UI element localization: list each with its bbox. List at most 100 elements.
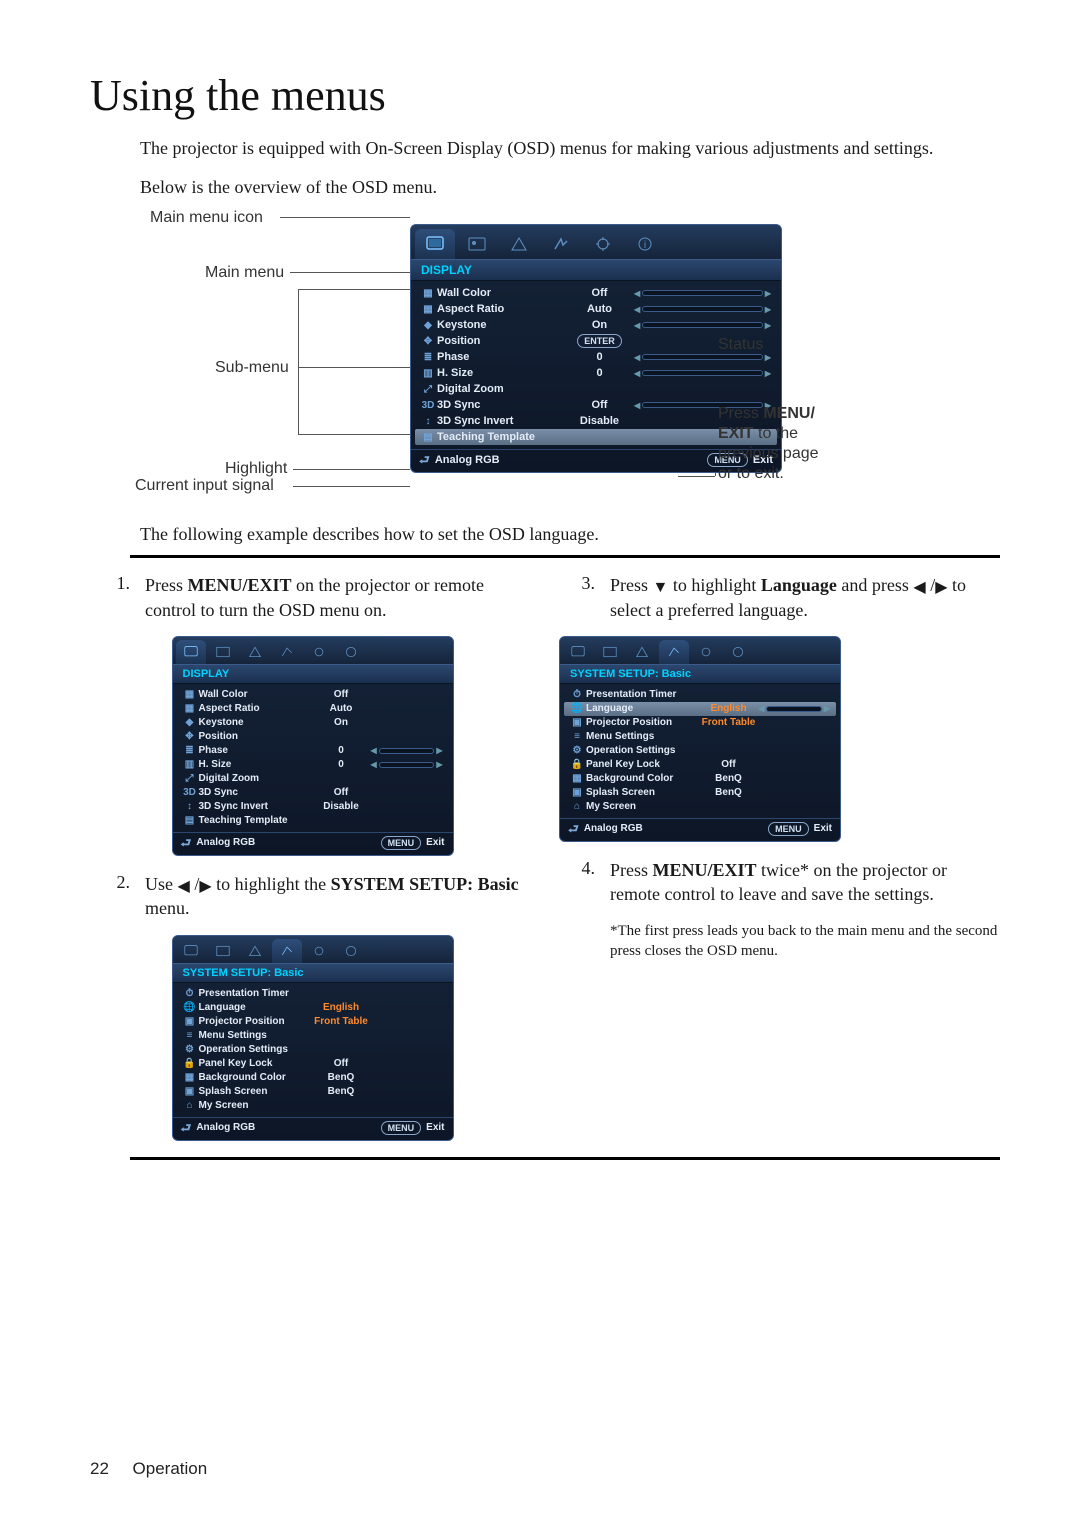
enter-pill: ENTER: [577, 334, 622, 348]
osd-step3-wrap: SYSTEM SETUP: Basic ⏱Presentation Timer …: [559, 636, 1000, 842]
osd-row[interactable]: ▦Background ColorBenQ: [181, 1071, 445, 1085]
row-icon: ⤢: [419, 384, 437, 395]
left-arrow-icon: ◀: [178, 879, 190, 895]
osd-row[interactable]: ⌂My Screen: [181, 1099, 445, 1113]
osd-tab-system2-icon[interactable]: [304, 640, 334, 664]
osd-row[interactable]: 🔒Panel Key LockOff: [568, 758, 832, 772]
osd-row[interactable]: ▣Projector PositionFront Table: [181, 1015, 445, 1029]
osd-row[interactable]: ↕3D Sync InvertDisable: [181, 800, 445, 814]
osd-row[interactable]: ▦Wall ColorOff: [181, 688, 445, 702]
osd-tab-display-icon[interactable]: [176, 640, 206, 664]
step-column-right: 3. Press ▼ to highlight Language and pre…: [555, 573, 1000, 1156]
osd-tab-picture-icon[interactable]: [208, 640, 238, 664]
osd-row[interactable]: ▥H. Size0◀▶: [181, 758, 445, 772]
osd-row[interactable]: ⚙Operation Settings: [181, 1043, 445, 1057]
osd-window-display-small: DISPLAY ▦Wall ColorOff ▦Aspect RatioAuto…: [172, 636, 454, 856]
osd-row[interactable]: ▦Aspect RatioAuto◀▶: [419, 301, 773, 317]
osd-row[interactable]: ⌂My Screen: [568, 800, 832, 814]
osd-window-system-lang: SYSTEM SETUP: Basic ⏱Presentation Timer …: [559, 636, 841, 842]
osd-tab-system2-icon[interactable]: [583, 229, 623, 259]
osd-tab-system2-icon[interactable]: [691, 640, 721, 664]
osd-tab-source-icon[interactable]: [240, 640, 270, 664]
osd-tab-display-icon[interactable]: [415, 229, 455, 259]
left-arrow-icon: ◀: [913, 580, 925, 596]
osd-tab-info-icon[interactable]: i: [625, 229, 665, 259]
osd-row[interactable]: ⤢Digital Zoom: [419, 381, 773, 397]
callout-highlight: Highlight: [225, 460, 287, 478]
osd-row[interactable]: 🌐LanguageEnglish: [181, 1001, 445, 1015]
osd-row[interactable]: ▤Teaching Template: [181, 814, 445, 828]
manual-page: Using the menus The projector is equippe…: [0, 0, 1080, 1529]
osd-row[interactable]: ▣Projector PositionFront Table: [568, 716, 832, 730]
osd-row[interactable]: ⚙Operation Settings: [568, 744, 832, 758]
page-footer: 22 Operation: [90, 1459, 207, 1479]
osd-row[interactable]: ⏱Presentation Timer: [181, 987, 445, 1001]
osd-tab-info-icon[interactable]: [723, 640, 753, 664]
osd-tab-system1-icon[interactable]: [272, 640, 302, 664]
osd-overview-diagram: Main menu icon Main menu Sub-menu Highli…: [90, 214, 1000, 514]
osd-row[interactable]: ▣Splash ScreenBenQ: [181, 1085, 445, 1099]
callout-main-menu: Main menu: [205, 264, 284, 282]
osd-row[interactable]: ≡Menu Settings: [568, 730, 832, 744]
callout-current-input: Current input signal: [135, 477, 274, 495]
osd-tab-system1-icon[interactable]: [659, 640, 689, 664]
following-example-text: The following example describes how to s…: [140, 524, 1000, 545]
step-4: 4. Press MENU/EXIT twice* on the project…: [555, 858, 1000, 907]
osd-row[interactable]: ▦Background ColorBenQ: [568, 772, 832, 786]
osd-tab-source-icon[interactable]: [499, 229, 539, 259]
osd-step2-wrap: SYSTEM SETUP: Basic ⏱Presentation Timer …: [90, 935, 535, 1141]
osd-tab-picture-icon[interactable]: [595, 640, 625, 664]
osd-heading: DISPLAY: [411, 259, 781, 281]
osd-tab-info-icon[interactable]: [336, 939, 366, 963]
osd-row-highlighted[interactable]: 🌐LanguageEnglish◀▶: [564, 702, 836, 716]
osd-row[interactable]: ▣Splash ScreenBenQ: [568, 786, 832, 800]
callout-main-menu-icon: Main menu icon: [150, 209, 263, 227]
row-icon: ▤: [419, 432, 437, 443]
row-icon: ▥: [419, 368, 437, 379]
osd-row[interactable]: 3D3D SyncOff: [181, 786, 445, 800]
right-arrow-icon: ▶: [935, 580, 947, 596]
osd-row[interactable]: ▦Aspect RatioAuto: [181, 702, 445, 716]
page-title: Using the menus: [90, 70, 1000, 121]
osd-tab-row: [560, 637, 840, 664]
osd-row[interactable]: ◆KeystoneOn: [181, 716, 445, 730]
down-arrow-icon: ▼: [653, 580, 669, 596]
osd-tab-info-icon[interactable]: [336, 640, 366, 664]
osd-tab-system1-icon[interactable]: [541, 229, 581, 259]
osd-input-signal: Analog RGB: [435, 454, 500, 466]
step-column-left: 1. Press MENU/EXIT on the projector or r…: [90, 573, 535, 1156]
step-3: 3. Press ▼ to highlight Language and pre…: [555, 573, 1000, 622]
osd-row[interactable]: ▥H. Size0◀▶: [419, 365, 773, 381]
osd-row[interactable]: 🔒Panel Key LockOff: [181, 1057, 445, 1071]
svg-text:i: i: [644, 240, 646, 251]
osd-row[interactable]: ≣Phase0◀▶: [181, 744, 445, 758]
osd-tab-source-icon[interactable]: [240, 939, 270, 963]
osd-row[interactable]: ⏱Presentation Timer: [568, 688, 832, 702]
row-icon: ▦: [419, 288, 437, 299]
steps-grid: 1. Press MENU/EXIT on the projector or r…: [90, 573, 1000, 1156]
osd-tab-system1-icon[interactable]: [272, 939, 302, 963]
row-icon: 3D: [419, 400, 437, 411]
osd-row[interactable]: ▦Wall ColorOff◀▶: [419, 285, 773, 301]
intro-paragraph: Below is the overview of the OSD menu.: [140, 175, 1000, 200]
osd-tab-source-icon[interactable]: [627, 640, 657, 664]
row-icon: ≣: [419, 352, 437, 363]
row-icon: ✥: [419, 336, 437, 347]
intro-block: The projector is equipped with On-Screen…: [140, 136, 1000, 200]
osd-row[interactable]: ◆KeystoneOn◀▶: [419, 317, 773, 333]
row-icon: ▦: [419, 304, 437, 315]
section-divider-bottom: [130, 1157, 1000, 1160]
footnote: *The first press leads you back to the m…: [610, 921, 1000, 962]
osd-tab-picture-icon[interactable]: [208, 939, 238, 963]
osd-row[interactable]: ⤢Digital Zoom: [181, 772, 445, 786]
osd-tab-picture-icon[interactable]: [457, 229, 497, 259]
osd-tab-display-icon[interactable]: [176, 939, 206, 963]
osd-row[interactable]: ✥Position: [181, 730, 445, 744]
section-divider: [130, 555, 1000, 558]
osd-tab-display-icon[interactable]: [563, 640, 593, 664]
step-1: 1. Press MENU/EXIT on the projector or r…: [90, 573, 535, 622]
input-icon: ⮐: [419, 454, 430, 466]
page-number: 22: [90, 1459, 109, 1478]
osd-tab-system2-icon[interactable]: [304, 939, 334, 963]
osd-row[interactable]: ≡Menu Settings: [181, 1029, 445, 1043]
